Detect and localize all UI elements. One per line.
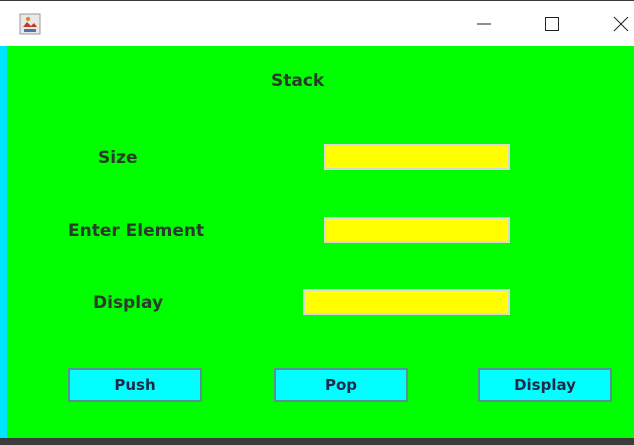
display-field[interactable]	[303, 289, 510, 315]
push-button[interactable]: Push	[68, 368, 202, 402]
title-bar[interactable]	[0, 0, 634, 46]
pop-button[interactable]: Pop	[274, 368, 408, 402]
size-input[interactable]	[324, 144, 510, 170]
size-label: Size	[98, 148, 138, 168]
enter-element-input[interactable]	[324, 217, 510, 243]
window-bottom-edge	[0, 438, 634, 445]
display-button[interactable]: Display	[478, 368, 612, 402]
stack-window: Stack Size Enter Element Display Push Po…	[0, 0, 634, 445]
enter-element-label: Enter Element	[68, 221, 205, 241]
page-title: Stack	[271, 71, 325, 91]
maximize-icon[interactable]	[539, 11, 565, 37]
minimize-icon[interactable]	[471, 11, 497, 37]
stack-panel: Stack Size Enter Element Display Push Po…	[7, 46, 634, 438]
window-left-edge	[0, 46, 7, 438]
display-label: Display	[93, 293, 164, 313]
close-icon[interactable]	[608, 11, 634, 37]
java-cup-icon	[19, 13, 41, 35]
